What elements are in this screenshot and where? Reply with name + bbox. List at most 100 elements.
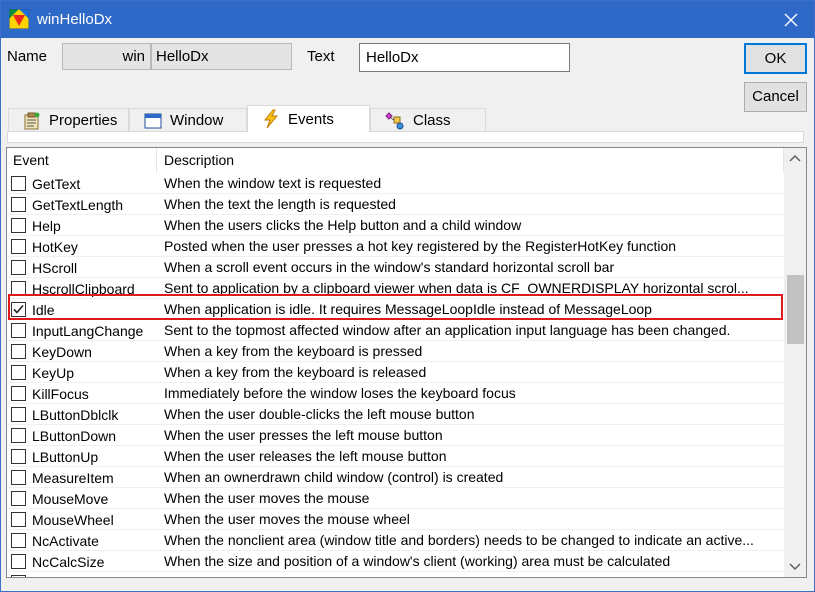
column-header-description[interactable]: Description (158, 148, 784, 173)
event-checkbox[interactable] (11, 386, 26, 401)
table-row[interactable]: LButtonUp When the user releases the left… (7, 446, 784, 467)
tab-events-label: Events (288, 110, 334, 128)
checkmark-icon (13, 304, 24, 314)
event-name: NcCreate (32, 575, 91, 578)
scroll-up-button[interactable] (784, 148, 806, 168)
events-list-body: Event Description GetText When the window… (7, 148, 784, 577)
dialog-window: winHelloDx Name win HelloDx Text OK Canc… (0, 0, 815, 592)
event-checkbox[interactable] (11, 239, 26, 254)
event-cell: MeasureItem (11, 467, 157, 488)
event-description: When the users clicks the Help button an… (164, 217, 522, 233)
event-name: GetTextLength (32, 196, 124, 213)
table-row[interactable]: GetTextLength When the text the length is… (7, 194, 784, 215)
table-row[interactable]: GetText When the window text is requested (7, 173, 784, 194)
table-row[interactable]: MeasureItem When an ownerdrawn child wind… (7, 467, 784, 488)
table-row[interactable]: KillFocus Immediately before the window l… (7, 383, 784, 404)
event-description: When a key from the keyboard is pressed (164, 343, 423, 359)
table-row[interactable]: LButtonDown When the user presses the lef… (7, 425, 784, 446)
event-checkbox[interactable] (11, 554, 26, 569)
event-description: When application is idle. It requires Me… (164, 301, 652, 317)
table-row[interactable]: NcCalcSize When the size and position of … (7, 551, 784, 572)
table-row[interactable]: NcActivate When the nonclient area (windo… (7, 530, 784, 551)
title-bar[interactable]: winHelloDx (1, 1, 814, 38)
event-checkbox[interactable] (11, 281, 26, 296)
event-name: GetText (32, 175, 81, 192)
tab-class-label: Class (413, 112, 451, 129)
table-row[interactable]: Help When the users clicks the Help butto… (7, 215, 784, 236)
table-row[interactable]: InputLangChange Sent to the topmost affec… (7, 320, 784, 341)
event-description: When the window text is requested (164, 175, 382, 191)
cancel-button[interactable]: Cancel (744, 82, 807, 112)
event-cell: NcCalcSize (11, 551, 157, 572)
text-input[interactable] (359, 43, 570, 72)
event-checkbox[interactable] (11, 407, 26, 422)
event-description: When the text the length is requested (164, 196, 396, 212)
event-cell: LButtonDown (11, 425, 157, 446)
event-checkbox[interactable] (11, 491, 26, 506)
event-cell: InputLangChange (11, 320, 157, 341)
event-cell: HScroll (11, 257, 157, 278)
event-checkbox[interactable] (11, 218, 26, 233)
table-row[interactable]: Idle When application is idle. It require… (7, 299, 784, 320)
event-name: HScroll (32, 259, 78, 276)
table-row[interactable]: HscrollClipboard Sent to application by a… (7, 278, 784, 299)
event-cell: HscrollClipboard (11, 278, 157, 299)
event-checkbox[interactable] (11, 533, 26, 548)
event-cell: LButtonUp (11, 446, 157, 467)
event-cell: NcCreate (11, 572, 157, 577)
table-row[interactable]: MouseMove When the user moves the mouse (7, 488, 784, 509)
event-name: MouseMove (32, 490, 109, 507)
event-checkbox[interactable] (11, 176, 26, 191)
tab-window-label: Window (170, 112, 224, 129)
event-description: When an ownerdrawn child window (control… (164, 469, 504, 485)
table-row[interactable]: LButtonDblclk When the user double-clicks… (7, 404, 784, 425)
scroll-down-button[interactable] (784, 557, 806, 577)
event-description: When the user moves the mouse (164, 490, 370, 506)
lightning-icon (262, 109, 280, 129)
event-cell: MouseMove (11, 488, 157, 509)
table-row[interactable]: KeyDown When a key from the keyboard is p… (7, 341, 784, 362)
event-cell: KeyUp (11, 362, 157, 383)
event-cell: HotKey (11, 236, 157, 257)
table-row[interactable]: HotKey Posted when the user presses a hot… (7, 236, 784, 257)
table-row[interactable]: KeyUp When a key from the keyboard is rel… (7, 362, 784, 383)
name-prefix-field: win (62, 43, 151, 70)
event-checkbox[interactable] (11, 323, 26, 338)
ok-button[interactable]: OK (744, 43, 807, 74)
scroll-thumb[interactable] (787, 275, 804, 344)
event-checkbox[interactable] (11, 428, 26, 443)
close-icon (784, 13, 798, 26)
event-description: When a window is first created (164, 572, 782, 577)
event-checkbox[interactable] (11, 197, 26, 212)
event-checkbox[interactable] (11, 365, 26, 380)
event-checkbox[interactable] (11, 302, 26, 317)
tab-events[interactable]: Events (247, 105, 370, 132)
class-icon (385, 111, 405, 130)
event-checkbox[interactable] (11, 344, 26, 359)
text-label: Text (307, 48, 335, 65)
tab-class[interactable]: Class (370, 108, 486, 132)
event-checkbox[interactable] (11, 575, 26, 577)
close-button[interactable] (768, 1, 814, 38)
vertical-scrollbar[interactable] (784, 148, 806, 577)
tab-properties[interactable]: Properties (8, 108, 129, 132)
event-description: Sent to application by a clipboard viewe… (164, 280, 749, 296)
table-row[interactable]: MouseWheel When the user moves the mouse … (7, 509, 784, 530)
event-checkbox[interactable] (11, 449, 26, 464)
event-cell: KeyDown (11, 341, 157, 362)
table-row[interactable]: NcCreate When a window is first created (7, 572, 784, 577)
event-checkbox[interactable] (11, 260, 26, 275)
event-description: When a scroll event occurs in the window… (164, 259, 615, 275)
event-name: KeyUp (32, 364, 75, 381)
window-icon (144, 112, 162, 130)
event-name: KeyDown (32, 343, 92, 360)
tab-window[interactable]: Window (129, 108, 247, 132)
properties-icon (23, 112, 41, 130)
event-checkbox[interactable] (11, 470, 26, 485)
table-row[interactable]: HScroll When a scroll event occurs in the… (7, 257, 784, 278)
event-name: LButtonDown (32, 427, 117, 444)
event-checkbox[interactable] (11, 512, 26, 527)
column-header-event[interactable]: Event (7, 148, 157, 173)
event-cell: LButtonDblclk (11, 404, 157, 425)
event-cell: MouseWheel (11, 509, 157, 530)
